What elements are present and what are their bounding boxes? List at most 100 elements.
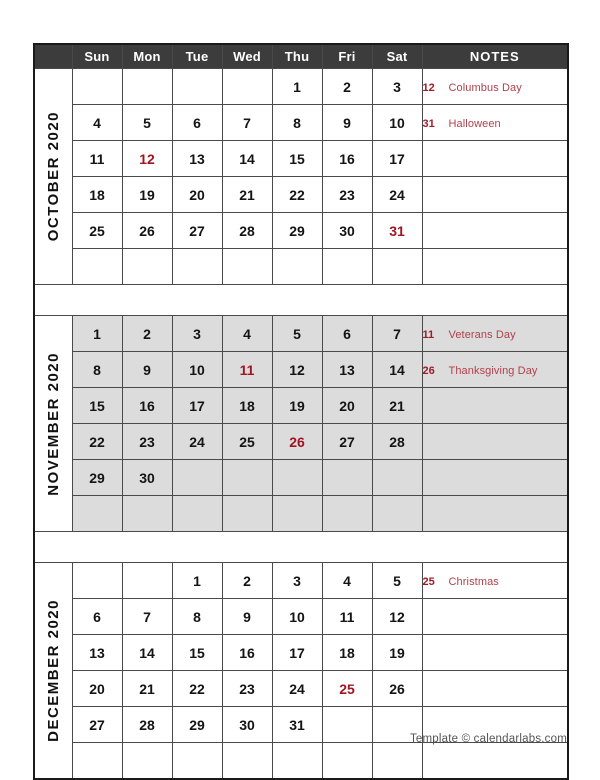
day-cell[interactable]: 13 [71,634,123,671]
day-cell[interactable]: 24 [171,423,223,460]
day-cell[interactable]: 21 [121,670,173,707]
day-cell[interactable]: 12 [121,140,173,177]
day-cell[interactable]: 13 [321,351,373,388]
day-cell[interactable]: 16 [221,634,273,671]
day-cell[interactable]: 19 [121,176,173,213]
day-cell[interactable]: 19 [371,634,423,671]
day-cell[interactable]: 9 [321,104,373,141]
day-cell[interactable]: 22 [171,670,223,707]
day-cell[interactable]: 4 [221,315,273,352]
day-cell[interactable]: 26 [271,423,323,460]
day-cell[interactable]: 15 [171,634,223,671]
day-cell[interactable]: 29 [171,706,223,743]
day-cell[interactable]: 26 [371,670,423,707]
day-cell[interactable]: 1 [271,68,323,105]
day-cell[interactable]: 31 [371,212,423,249]
day-cell[interactable]: 20 [71,670,123,707]
day-cell[interactable]: 11 [221,351,273,388]
day-cell[interactable]: 11 [71,140,123,177]
day-cell[interactable]: 1 [171,562,223,599]
day-cell[interactable]: 13 [171,140,223,177]
day-cell[interactable]: 3 [171,315,223,352]
day-cell[interactable]: 30 [321,212,373,249]
day-cell[interactable]: 16 [121,387,173,424]
day-cell[interactable]: 9 [221,598,273,635]
day-cell[interactable]: 6 [171,104,223,141]
day-cell[interactable]: 2 [121,315,173,352]
day-cell[interactable]: 5 [271,315,323,352]
day-cell[interactable]: 9 [121,351,173,388]
day-cell[interactable]: 7 [121,598,173,635]
day-cell[interactable]: 22 [71,423,123,460]
day-cell[interactable]: 16 [321,140,373,177]
note-cell[interactable]: 26 Thanksgiving Day [421,351,569,388]
day-cell[interactable]: 22 [271,176,323,213]
day-cell[interactable]: 23 [121,423,173,460]
note-cell-empty [421,742,569,780]
day-cell[interactable]: 3 [271,562,323,599]
day-cell[interactable]: 27 [321,423,373,460]
day-cell[interactable]: 10 [371,104,423,141]
day-cell[interactable]: 18 [71,176,123,213]
day-cell[interactable]: 12 [271,351,323,388]
day-cell-empty [371,495,423,532]
day-cell[interactable]: 4 [71,104,123,141]
day-cell[interactable]: 20 [171,176,223,213]
day-cell[interactable]: 26 [121,212,173,249]
day-cell[interactable]: 8 [71,351,123,388]
day-cell[interactable]: 7 [221,104,273,141]
day-cell[interactable]: 19 [271,387,323,424]
day-cell[interactable]: 28 [221,212,273,249]
day-cell[interactable]: 6 [71,598,123,635]
day-cell[interactable]: 10 [171,351,223,388]
day-cell[interactable]: 2 [321,68,373,105]
day-cell[interactable]: 31 [271,706,323,743]
day-cell[interactable]: 15 [271,140,323,177]
day-cell[interactable]: 5 [121,104,173,141]
note-cell[interactable]: 12 Columbus Day [421,68,569,105]
day-cell[interactable]: 27 [171,212,223,249]
day-cell[interactable]: 1 [71,315,123,352]
day-cell[interactable]: 18 [221,387,273,424]
day-cell[interactable]: 14 [371,351,423,388]
day-cell[interactable]: 14 [221,140,273,177]
note-cell[interactable]: 11 Veterans Day [421,315,569,352]
day-cell[interactable]: 25 [71,212,123,249]
day-cell[interactable]: 17 [171,387,223,424]
day-cell[interactable]: 28 [371,423,423,460]
day-cell[interactable]: 23 [221,670,273,707]
day-cell[interactable]: 10 [271,598,323,635]
note-cell[interactable]: 25 Christmas [421,562,569,599]
day-cell[interactable]: 3 [371,68,423,105]
day-cell[interactable]: 11 [321,598,373,635]
day-cell[interactable]: 8 [271,104,323,141]
day-cell[interactable]: 5 [371,562,423,599]
day-cell[interactable]: 12 [371,598,423,635]
day-cell[interactable]: 6 [321,315,373,352]
day-cell[interactable]: 25 [221,423,273,460]
day-cell[interactable]: 25 [321,670,373,707]
day-cell[interactable]: 2 [221,562,273,599]
day-cell[interactable]: 24 [371,176,423,213]
day-cell[interactable]: 21 [371,387,423,424]
day-cell[interactable]: 7 [371,315,423,352]
day-cell[interactable]: 21 [221,176,273,213]
day-cell[interactable]: 18 [321,634,373,671]
day-cell[interactable]: 17 [371,140,423,177]
day-cell[interactable]: 28 [121,706,173,743]
day-cell[interactable]: 17 [271,634,323,671]
day-cell[interactable]: 24 [271,670,323,707]
day-cell[interactable]: 30 [121,459,173,496]
day-cell[interactable]: 30 [221,706,273,743]
day-cell[interactable]: 4 [321,562,373,599]
day-cell[interactable]: 15 [71,387,123,424]
day-cell[interactable]: 29 [71,459,123,496]
day-cell[interactable]: 23 [321,176,373,213]
day-cell[interactable]: 14 [121,634,173,671]
day-cell[interactable]: 8 [171,598,223,635]
day-cell[interactable]: 27 [71,706,123,743]
calendar-week-row: 4 5 6 7 8 9 10 31 Halloween [34,104,569,141]
day-cell[interactable]: 20 [321,387,373,424]
note-cell[interactable]: 31 Halloween [421,104,569,141]
day-cell[interactable]: 29 [271,212,323,249]
